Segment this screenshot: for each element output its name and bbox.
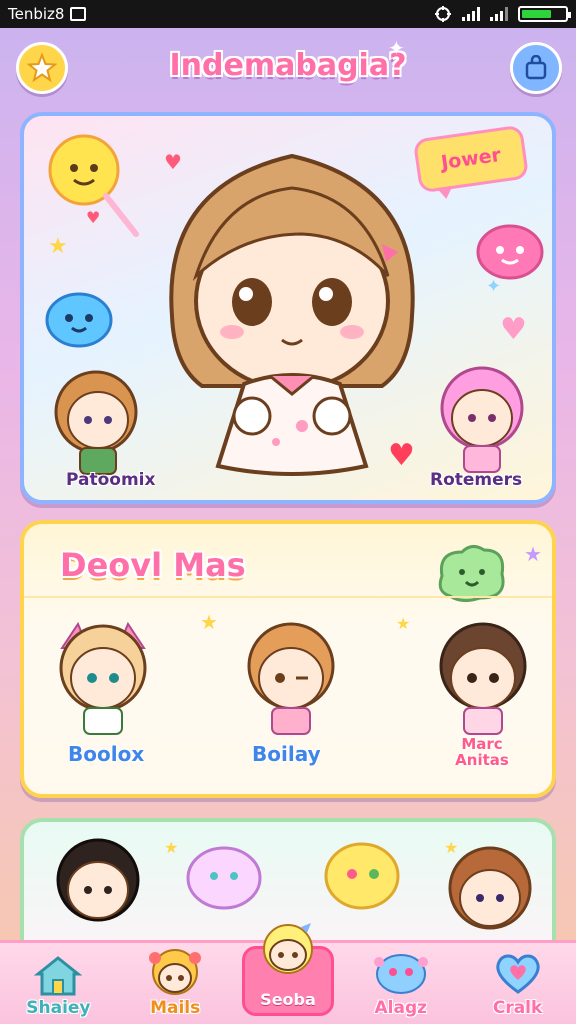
gallery-character-1-illustration[interactable] [50, 834, 146, 944]
shop-button[interactable] [510, 42, 562, 94]
star-icon: ★ [48, 234, 68, 259]
signal-icon [462, 7, 480, 21]
nav-item-alagz[interactable]: Alagz [351, 940, 451, 1018]
nav-item-seoba[interactable]: Seoba [241, 923, 334, 1016]
star-icon: ★ [200, 610, 218, 634]
star-icon [27, 53, 57, 83]
star-icon: ★ [524, 542, 542, 566]
favorites-button[interactable] [16, 42, 68, 94]
pink-blob-icon [476, 224, 544, 280]
hero-card[interactable]: Jower ♥ ♥ ♥ ♥ ★ ✦ Patoomix Rotemers [20, 112, 556, 504]
battery-icon [518, 6, 571, 22]
nav-label: Shaiey [26, 998, 91, 1018]
section-title: Deovl Mas [60, 546, 246, 584]
featured-character-3[interactable] [428, 618, 538, 740]
sparkle-icon: ✦ [486, 276, 502, 297]
side-character-left-illustration [54, 370, 138, 475]
yellow-blob-icon[interactable] [320, 834, 404, 914]
heart-icon: ♥ [500, 312, 527, 347]
section-divider [24, 596, 552, 598]
gallery-character-2-illustration[interactable] [442, 842, 538, 952]
nav-label: Seoba [260, 990, 316, 1009]
nav-label: Mails [150, 998, 201, 1018]
nav-label: Alagz [374, 998, 428, 1018]
character-icon [149, 949, 202, 995]
nav-item-mails[interactable]: Mails [125, 940, 225, 1018]
featured-card: Deovl Mas ★ ★ ★ Boolox Boilay Marc Anita… [20, 520, 556, 798]
heart-icon: ♥ [86, 208, 101, 227]
side-character-right-illustration [440, 366, 524, 473]
featured-character-1-name: Boolox [68, 742, 145, 766]
star-icon: ★ [396, 614, 411, 633]
nav-label: Cralk [492, 998, 543, 1018]
pink-blob-icon[interactable] [184, 838, 264, 912]
character-2-illustration [247, 622, 335, 735]
app-title: Indemabagia? [169, 48, 407, 83]
sync-icon [435, 6, 451, 22]
character-3-illustration [439, 622, 527, 735]
signal-icon [490, 7, 508, 21]
character-icon [262, 923, 313, 974]
hero-right-character-label: Rotemers [430, 470, 523, 490]
sparkle-icon: ✦ [388, 36, 405, 60]
shopping-bag-icon [525, 55, 547, 80]
featured-character-3-name: Marc Anitas [455, 735, 509, 769]
featured-character-1[interactable] [48, 618, 158, 740]
main-character-illustration [169, 153, 415, 476]
nav-item-cralk[interactable]: Cralk [468, 940, 568, 1018]
blue-blob-icon [45, 292, 113, 348]
app-header: Indemabagia? ✦ [0, 28, 576, 110]
notification-icon [70, 7, 87, 21]
nav-item-home[interactable]: Shaiey [8, 940, 108, 1018]
blob-icon [373, 954, 428, 994]
featured-character-2-name: Boilay [252, 742, 321, 766]
status-bar: Tenbiz8 [0, 0, 576, 28]
star-icon: ★ [164, 838, 179, 857]
character-1-illustration [59, 621, 147, 735]
star-icon: ★ [444, 838, 459, 857]
carrier-text: Tenbiz8 [8, 5, 65, 23]
featured-character-2[interactable] [236, 618, 346, 740]
heart-icon [495, 954, 540, 994]
home-icon [34, 956, 83, 996]
bottom-nav: Shaiey Mails Seoba Alagz Cralk [0, 923, 576, 1024]
hero-left-character-label: Patoomix [66, 470, 156, 490]
